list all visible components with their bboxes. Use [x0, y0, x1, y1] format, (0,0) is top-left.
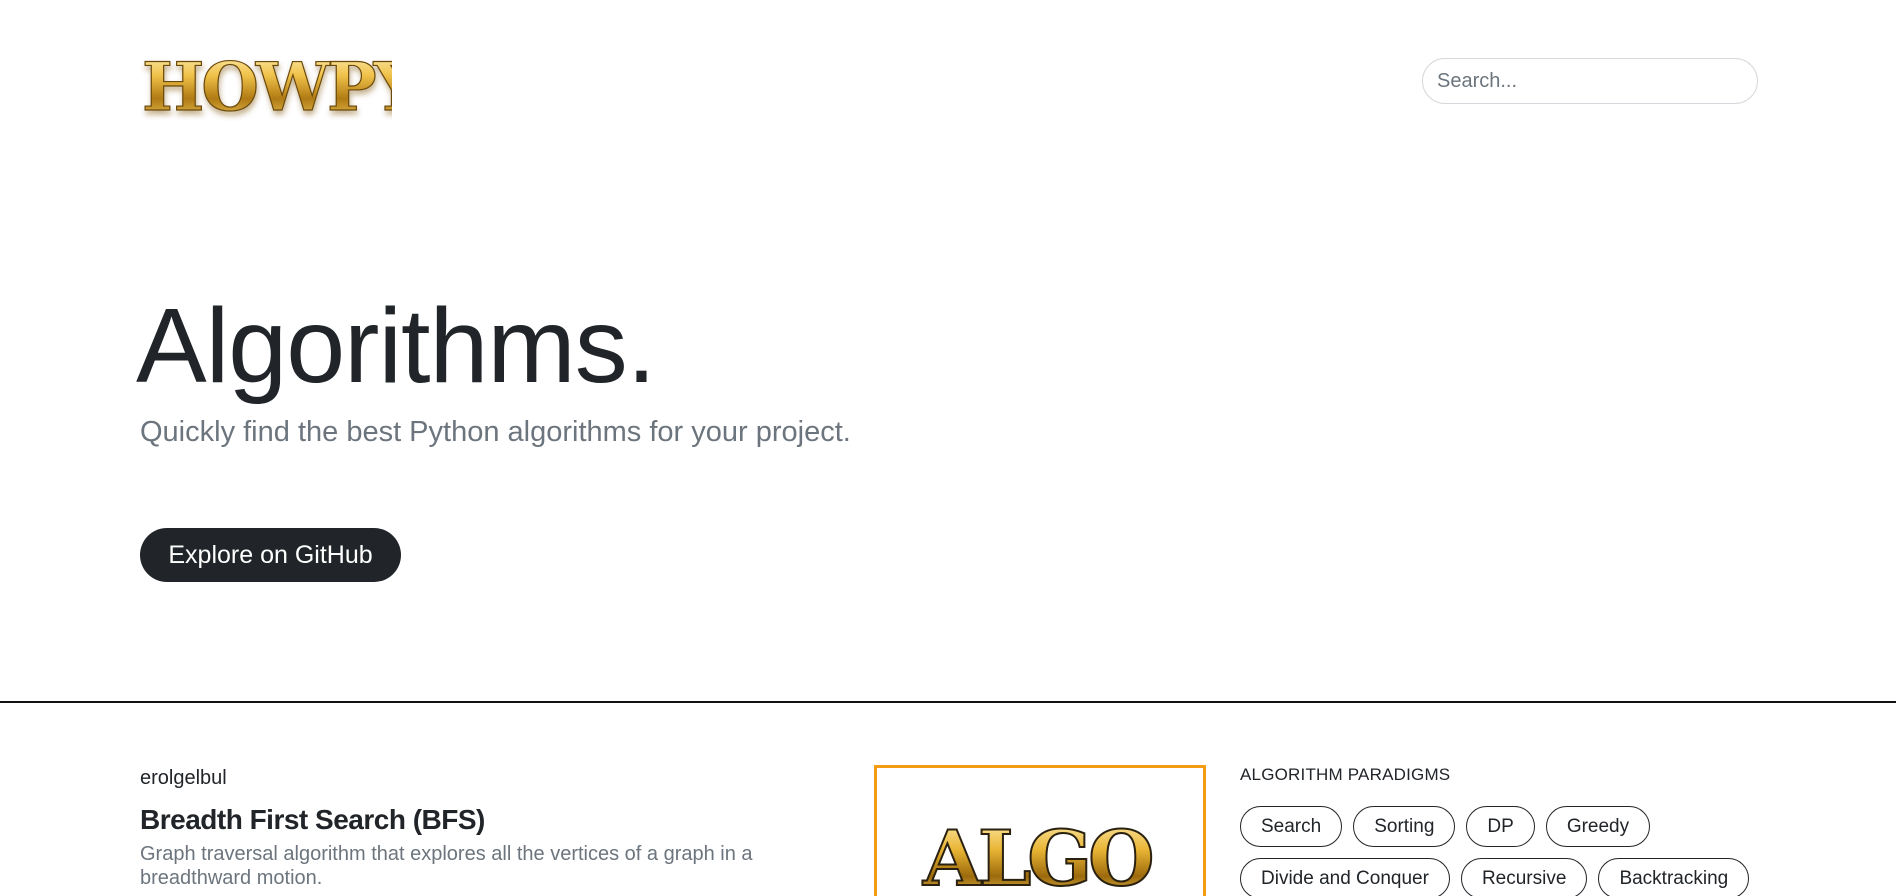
section-divider	[0, 701, 1896, 703]
tag-row: Divide and Conquer Recursive Backtrackin…	[1240, 858, 1800, 896]
explore-github-button[interactable]: Explore on GitHub	[140, 528, 401, 582]
tag-sorting[interactable]: Sorting	[1353, 806, 1456, 847]
search-input[interactable]	[1422, 58, 1758, 104]
post-title[interactable]: Breadth First Search (BFS)	[140, 804, 485, 836]
tag-search[interactable]: Search	[1240, 806, 1343, 847]
thumbnail-wordmark: ALGO	[922, 814, 1151, 896]
post-thumbnail[interactable]: ALGO	[874, 765, 1206, 896]
tag-row: Search Sorting DP Greedy	[1240, 806, 1800, 847]
tag-backtracking[interactable]: Backtracking	[1598, 858, 1750, 896]
howpy-logo[interactable]: HOWPY	[140, 36, 392, 132]
post-description: Graph traversal algorithm that explores …	[140, 843, 753, 889]
tag-divide-and-conquer[interactable]: Divide and Conquer	[1240, 858, 1450, 896]
logo-wordmark: HOWPY	[142, 48, 392, 126]
tag-greedy[interactable]: Greedy	[1545, 806, 1651, 847]
tag-dp[interactable]: DP	[1466, 806, 1535, 847]
post-author[interactable]: erolgelbul	[140, 767, 227, 790]
paradigm-tags: Search Sorting DP Greedy Divide and Conq…	[1240, 806, 1800, 896]
tag-recursive[interactable]: Recursive	[1460, 858, 1588, 896]
hero-title: Algorithms.	[136, 287, 656, 405]
hero-subtitle: Quickly find the best Python algorithms …	[140, 416, 851, 448]
paradigms-heading: ALGORITHM PARADIGMS	[1240, 765, 1451, 784]
page: HOWPY Algorithms. Quickly find the best …	[0, 0, 1896, 896]
